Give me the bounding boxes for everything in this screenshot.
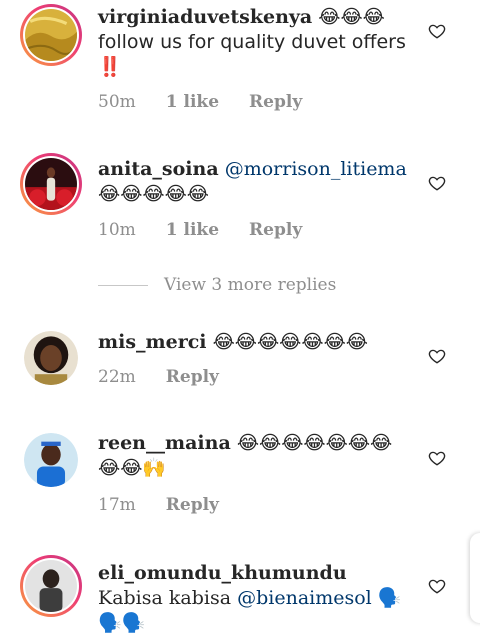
comment-meta: 50m 1 like Reply [98, 92, 332, 112]
avatar[interactable] [24, 331, 78, 385]
comment-meta: 17m Reply [98, 495, 249, 515]
comment-time: 22m [98, 367, 136, 387]
avatar-image [25, 560, 77, 612]
comment-text: mis_merci 😂😂😂😂😂😂😂 [98, 330, 408, 355]
avatar[interactable] [20, 153, 82, 215]
avatar-image [24, 433, 78, 487]
likes-count[interactable]: 1 like [166, 220, 219, 240]
comment-username[interactable]: mis_merci [98, 331, 207, 353]
comment-text: virginiaduvetskenya 😂😂😂 follow us for qu… [98, 5, 408, 80]
comment-text: eli_omundu_khumundu Kabisa kabisa @biena… [98, 561, 408, 636]
comment-text: reen__maina 😂😂😂😂😂😂😂😂😂🙌 [98, 431, 408, 481]
view-more-label: View 3 more replies [164, 275, 337, 295]
comment-meta: 22m Reply [98, 367, 249, 387]
mention-link[interactable]: @morrison_litiema [225, 158, 407, 180]
mention-link[interactable]: @bienaimesol [237, 587, 372, 609]
comment-username[interactable]: eli_omundu_khumundu [98, 562, 347, 584]
reply-button[interactable]: Reply [166, 367, 219, 387]
comment-username[interactable]: reen__maina [98, 432, 231, 454]
avatar[interactable] [20, 555, 82, 617]
heart-outline-icon[interactable] [428, 174, 446, 192]
heart-outline-icon[interactable] [428, 22, 446, 40]
heart-outline-icon[interactable] [428, 347, 446, 365]
avatar[interactable] [20, 4, 82, 66]
comment-text: anita_soina @morrison_litiema 😂😂😂😂😂 [98, 157, 408, 207]
avatar-image [25, 158, 77, 210]
heart-outline-icon[interactable] [428, 577, 446, 595]
comment-time: 50m [98, 92, 136, 112]
comment-username[interactable]: anita_soina [98, 158, 219, 180]
avatar-image [24, 331, 78, 385]
avatar-image [25, 9, 77, 61]
reply-button[interactable]: Reply [249, 92, 302, 112]
avatar[interactable] [24, 433, 78, 487]
comment-time: 17m [98, 495, 136, 515]
divider-line [98, 284, 148, 286]
scroll-handle[interactable] [470, 533, 480, 623]
comment-body: 😂😂😂😂😂😂😂 [212, 331, 368, 353]
heart-outline-icon[interactable] [428, 449, 446, 467]
view-more-replies-button[interactable]: View 3 more replies [98, 275, 336, 295]
comment-body: 😂😂😂😂😂 [98, 183, 210, 205]
comment-time: 10m [98, 220, 136, 240]
comment-body: Kabisa kabisa [98, 587, 232, 609]
comment-username[interactable]: virginiaduvetskenya [98, 6, 312, 28]
reply-button[interactable]: Reply [166, 495, 219, 515]
likes-count[interactable]: 1 like [166, 92, 219, 112]
reply-button[interactable]: Reply [249, 220, 302, 240]
comment-meta: 10m 1 like Reply [98, 220, 332, 240]
